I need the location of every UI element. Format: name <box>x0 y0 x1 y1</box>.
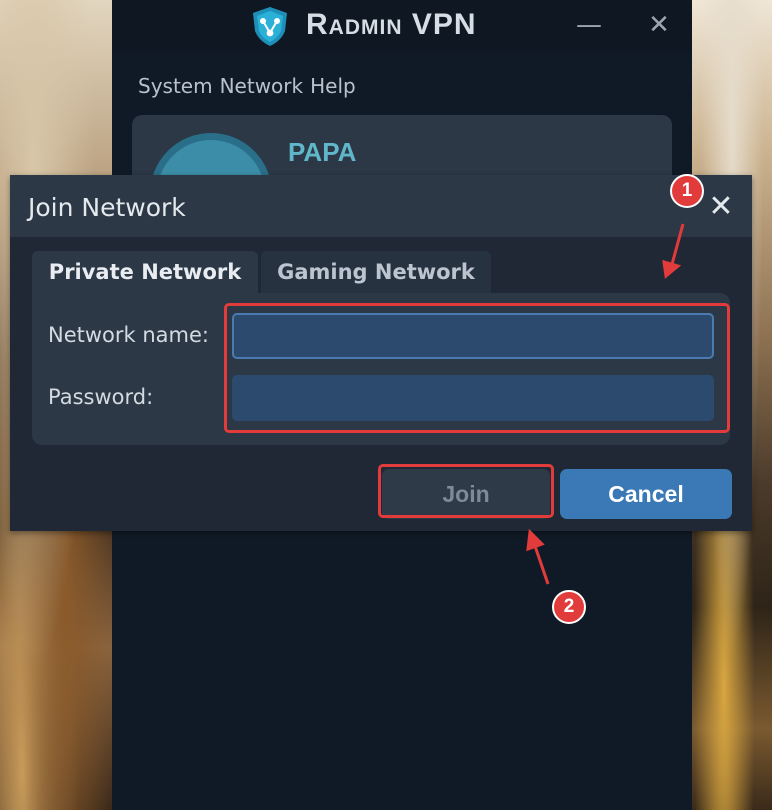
radmin-shield-logo-icon <box>253 7 287 46</box>
tab-private-network[interactable]: Private Network <box>32 251 258 293</box>
annotation-marker-1: 1 <box>670 174 704 208</box>
dialog-header: Join Network ✕ <box>10 175 752 237</box>
highlight-box-join <box>378 464 554 518</box>
network-name: PAPA <box>288 137 357 167</box>
menu-item-system[interactable]: System <box>138 74 220 102</box>
dialog-title: Join Network <box>28 193 186 222</box>
title-bar: Radmin VPN — ✕ <box>112 0 692 52</box>
network-name-label: Network name: <box>48 323 209 347</box>
window-close-button[interactable]: ✕ <box>644 10 674 40</box>
tab-gaming-network[interactable]: Gaming Network <box>261 251 491 293</box>
annotation-marker-2: 2 <box>552 590 586 624</box>
menu-item-help[interactable]: Help <box>310 74 363 102</box>
app-title: Radmin VPN <box>306 8 477 41</box>
highlight-box-fields <box>224 303 730 433</box>
minimize-button[interactable]: — <box>574 10 604 40</box>
menu-item-network[interactable]: Network <box>220 74 311 102</box>
menu-bar: System Network Help <box>138 74 363 102</box>
password-label: Password: <box>48 385 154 409</box>
dialog-close-button[interactable]: ✕ <box>704 189 738 224</box>
cancel-button[interactable]: Cancel <box>560 469 732 519</box>
